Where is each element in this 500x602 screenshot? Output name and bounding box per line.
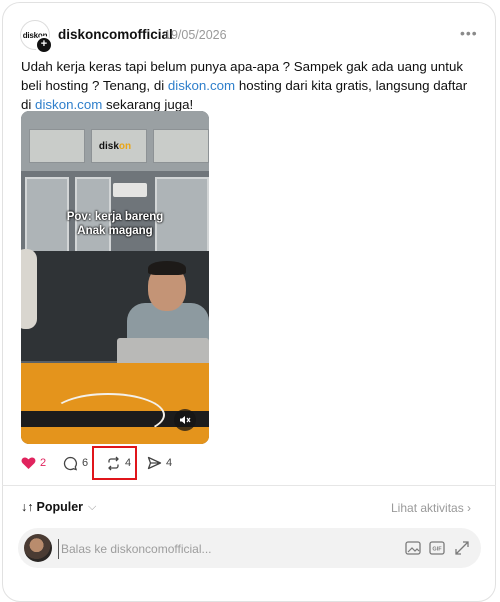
expand-icon[interactable] [453,539,471,557]
chevron-down-icon: ⌵ [88,500,97,513]
repost-highlight-box [92,446,137,480]
share-count: 4 [166,457,173,469]
chevron-right-icon: › [467,501,472,515]
heart-icon [21,457,36,469]
gif-icon[interactable]: GIF [428,539,446,557]
sort-dropdown[interactable]: ↓↑ Populer ⌵ [21,500,96,514]
post-text: Udah kerja keras tapi belum punya apa-ap… [21,59,468,112]
post-date: 19/05/2026 [164,28,227,42]
svg-text:GIF: GIF [432,547,442,553]
share-button[interactable]: 4 [147,452,172,474]
divider [2,485,496,486]
user-avatar [24,534,52,562]
like-count: 2 [40,457,47,469]
video-brand-logo: diskon [98,141,132,152]
view-activity-link[interactable]: Lihat aktivitas › [391,501,471,515]
sort-arrows-icon: ↓↑ [21,500,34,514]
share-icon [147,456,162,470]
comment-button[interactable]: 6 [63,452,88,474]
image-icon[interactable] [404,539,422,557]
mute-icon[interactable] [174,409,196,431]
link-diskon-2[interactable]: diskon.com [35,97,102,112]
video-caption: Pov: kerja bareng Anak magang [66,211,164,237]
post-video[interactable]: diskon Pov: kerja bareng Anak magang [21,111,209,444]
comment-icon [63,456,78,470]
more-icon[interactable]: ••• [460,25,478,41]
reply-input[interactable] [58,539,363,559]
author-username[interactable]: diskoncomofficial [58,27,173,42]
sort-label: Populer [36,500,84,514]
comment-count: 6 [82,457,89,469]
link-diskon-1[interactable]: diskon.com [168,78,235,93]
like-button[interactable]: 2 [21,452,46,474]
follow-plus-icon[interactable]: + [35,36,53,54]
reply-bar: GIF [18,528,481,568]
author-avatar[interactable]: diskon + [20,20,53,54]
